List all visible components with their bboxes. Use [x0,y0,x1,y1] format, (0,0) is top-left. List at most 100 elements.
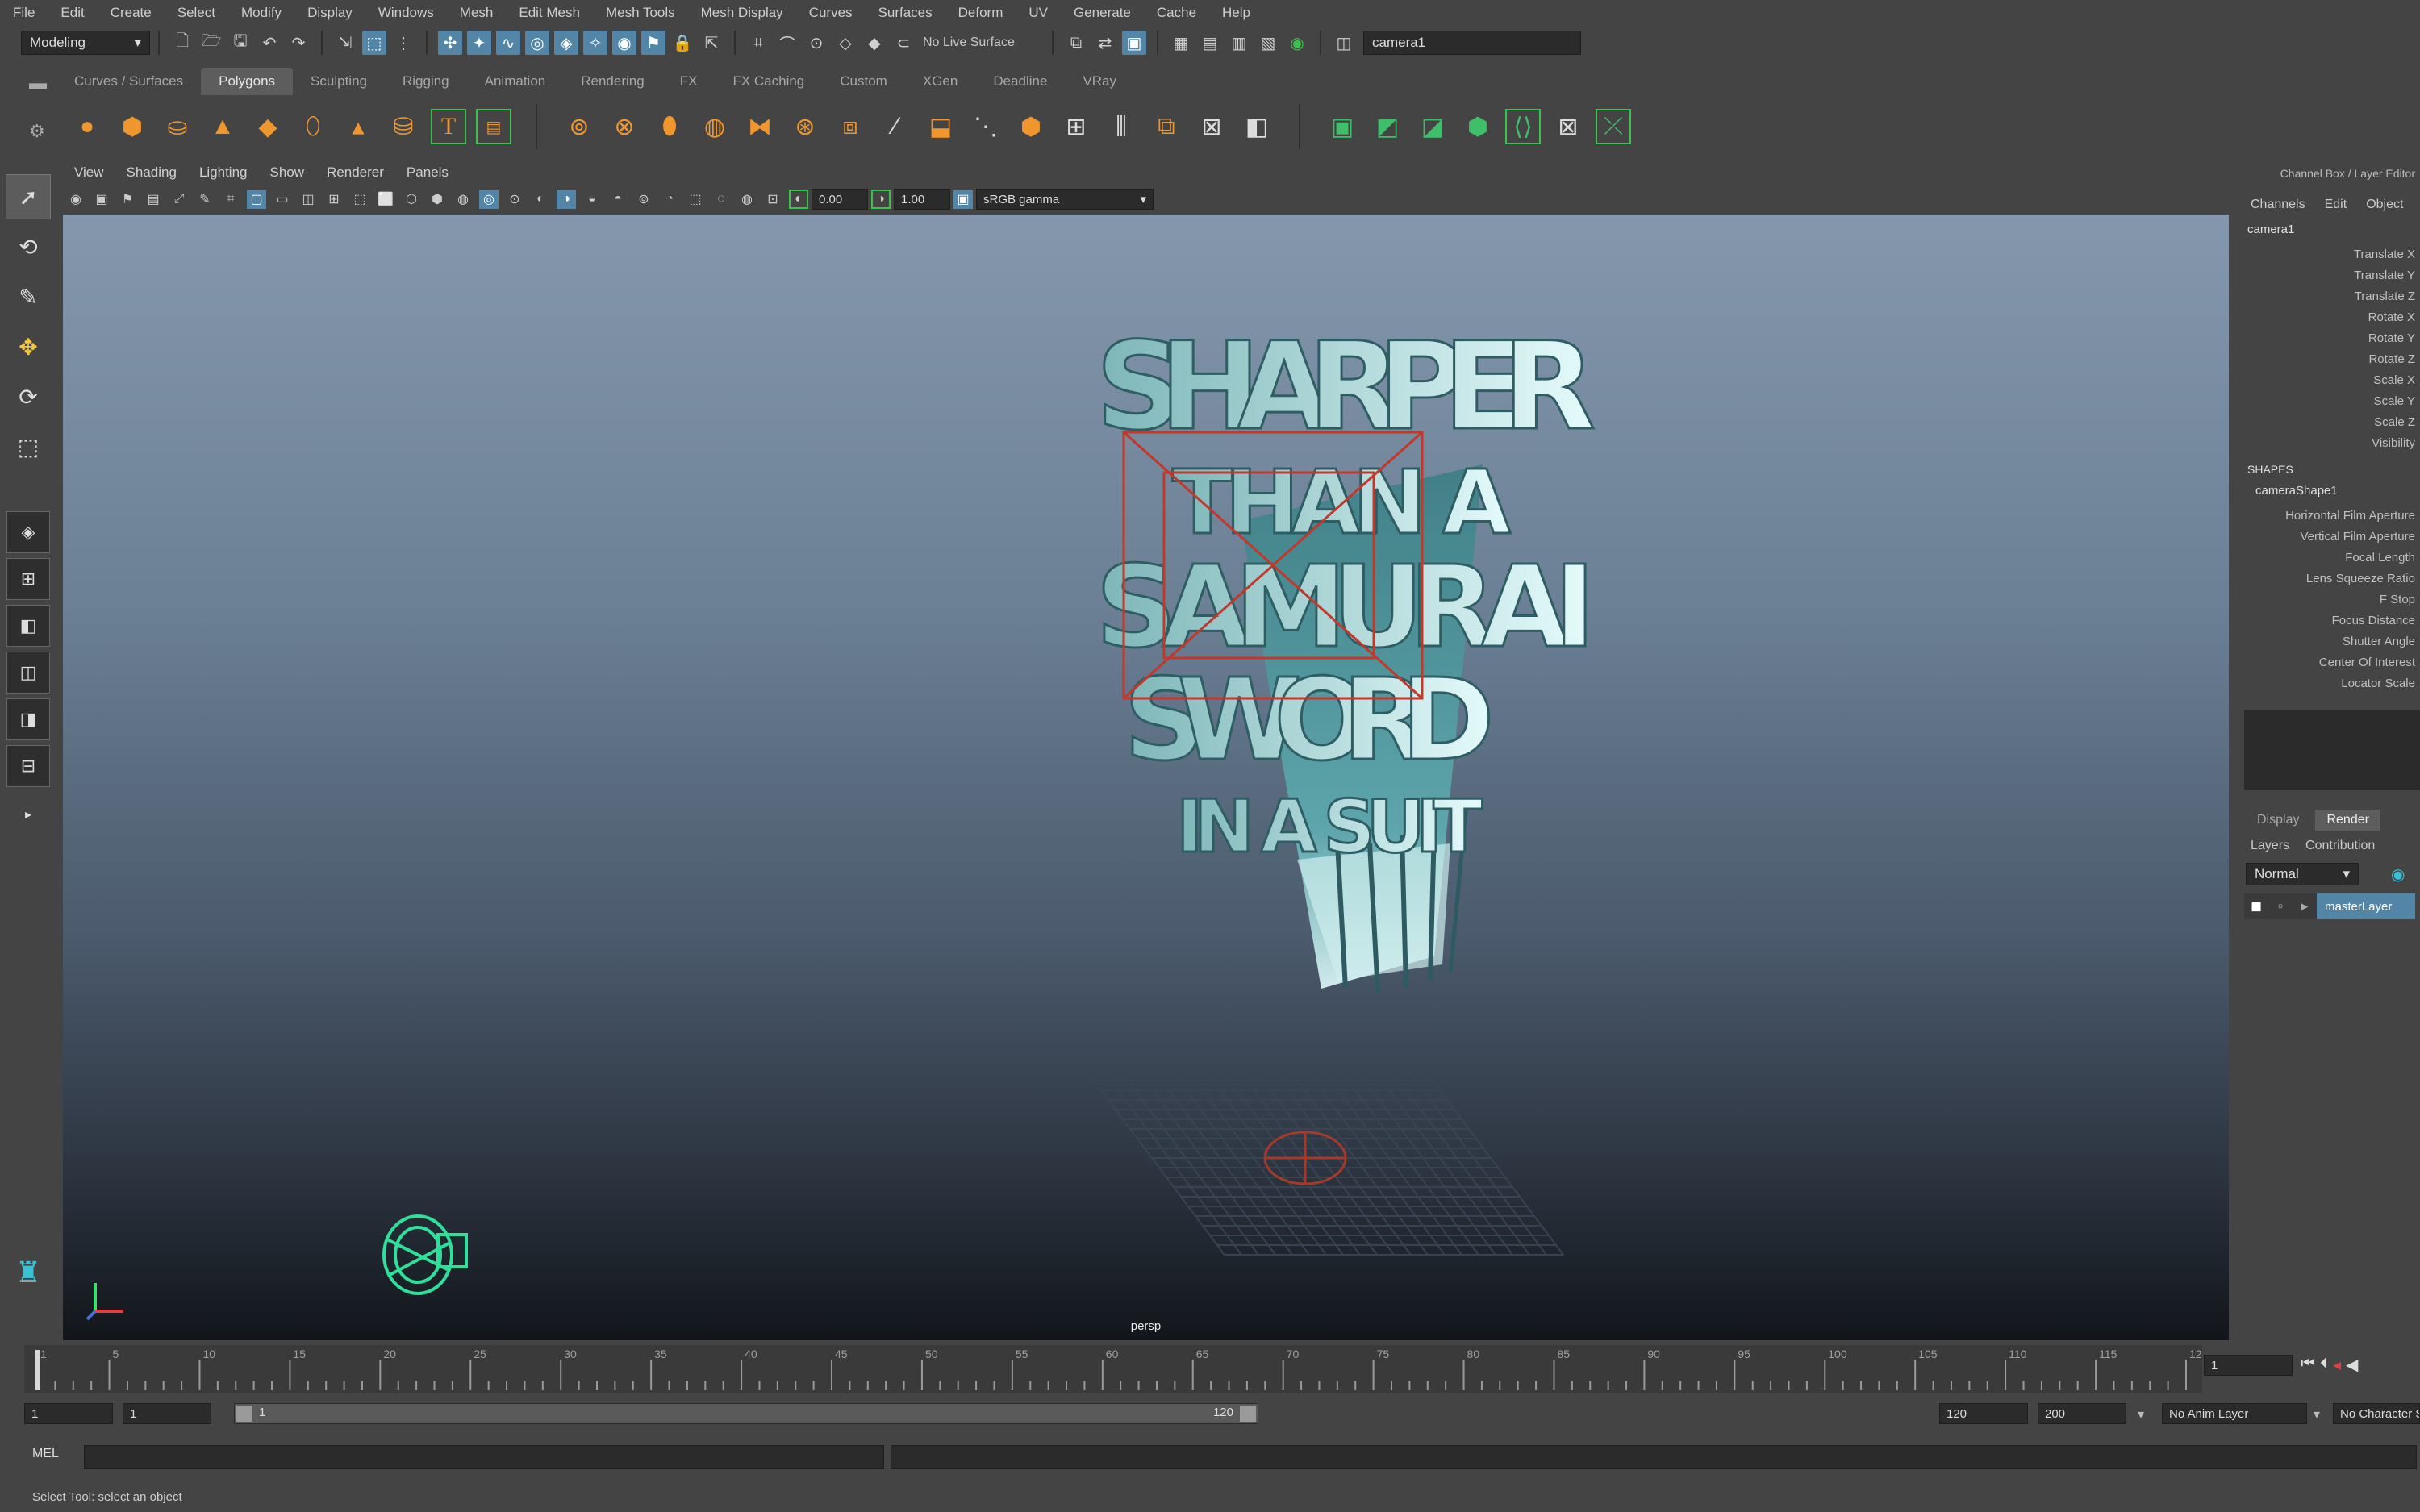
menu-item-create[interactable]: Create [98,5,165,21]
safe-title-icon[interactable]: ⬜ [376,190,395,209]
shelf-tab-sculpting[interactable]: Sculpting [293,68,385,95]
menu-item-help[interactable]: Help [1209,5,1263,21]
shadows-icon[interactable]: ◑ [557,190,576,209]
menu-item-file[interactable]: File [0,5,48,21]
snap-curve-icon[interactable]: ⌒ [775,31,799,55]
channel-attribute[interactable]: Scale X [2239,369,2420,390]
shelf-tab-custom[interactable]: Custom [822,68,905,95]
hypershade-layout-icon[interactable]: ⊟ [6,745,50,787]
menu-item-modify[interactable]: Modify [228,5,294,21]
persp-graph-layout-icon[interactable]: ◨ [6,698,50,740]
shape-name[interactable]: cameraShape1 [2239,484,2420,505]
grease-pencil-icon[interactable]: ✎ [195,190,215,209]
select-handles-icon[interactable]: ✣ [438,31,462,55]
chevron-down-icon[interactable]: ▾ [2314,1406,2320,1422]
render-settings-icon[interactable]: ▧ [1256,31,1280,55]
mirror-icon[interactable]: ⧓ [742,109,778,144]
shape-attribute[interactable]: Center Of Interest [2239,652,2420,673]
sidebar-toggle-icon[interactable]: ◫ [1332,31,1356,55]
layer-row[interactable]: ◼ ▫ ▸ masterLayer [2244,893,2415,919]
animation-start-field[interactable]: 1 [24,1403,113,1424]
poly-sphere-icon[interactable]: ● [69,109,105,144]
smooth-icon[interactable]: ◍ [697,109,732,144]
lasso-tool-icon[interactable]: ⟲ [6,224,51,269]
select-dynamics-icon[interactable]: ✧ [583,31,607,55]
menu-item-mesh-tools[interactable]: Mesh Tools [593,5,688,21]
save-scene-icon[interactable]: 🖫 [228,31,252,55]
snap-point-icon[interactable]: ⊙ [804,31,828,55]
channel-box-menu-object[interactable]: Object [2366,198,2403,212]
channel-attribute[interactable]: Visibility [2239,432,2420,453]
channel-attribute[interactable]: Scale Y [2239,390,2420,411]
grid-icon[interactable]: ⌗ [221,190,240,209]
panel-menu-lighting[interactable]: Lighting [188,165,259,181]
layout-uv-icon[interactable]: ⤫ [1596,109,1631,144]
smooth-shade-icon[interactable]: ⬢ [428,190,447,209]
planar-uv-icon[interactable]: ▣ [1325,109,1360,144]
poly-platonic-icon[interactable]: ◆ [250,109,286,144]
perspective-viewport[interactable]: SHARPER THAN A SAMURAI SWORD IN A SUIT p… [63,215,2229,1340]
move-tool-icon[interactable]: ✥ [6,324,51,369]
wireframe-icon[interactable]: ⬡ [402,190,421,209]
panel-menu-view[interactable]: View [63,165,115,181]
2d-pan-zoom-icon[interactable]: ⤢ [169,190,189,209]
channel-box-menu-channels[interactable]: Channels [2251,198,2305,212]
go-to-start-icon[interactable]: ⏮ [2301,1355,2315,1375]
menu-item-mesh-display[interactable]: Mesh Display [688,5,796,21]
merge-icon[interactable]: ◧ [1239,109,1275,144]
snap-surface-icon[interactable]: ◆ [862,31,887,55]
open-scene-icon[interactable]: 🗁 [199,31,223,55]
poly-cube-icon[interactable]: ⬢ [115,109,150,144]
bookmark-icon[interactable]: ⚑ [118,190,137,209]
channel-attribute[interactable]: Scale Z [2239,411,2420,432]
ipr-render-icon[interactable]: ▥ [1227,31,1251,55]
shelf-menu-icon[interactable]: ▬ [29,73,47,94]
render-frame-icon[interactable]: ▤ [1198,31,1222,55]
shape-attribute[interactable]: Lens Squeeze Ratio [2239,568,2420,589]
construction-history-icon[interactable]: ⧉ [1064,31,1088,55]
scene-light-icon[interactable] [369,1198,482,1303]
paint-select-tool-icon[interactable]: ✎ [6,274,51,319]
panel-menu-shading[interactable]: Shading [115,165,188,181]
shelf-tab-vray[interactable]: VRay [1065,68,1134,95]
channel-attribute[interactable]: Rotate X [2239,306,2420,327]
play-backwards-icon[interactable]: ◀ [2346,1355,2358,1375]
use-all-lights-icon[interactable]: ◐ [531,190,550,209]
shelf-settings-icon[interactable]: ⚙ [29,121,45,142]
shelf-tab-animation[interactable]: Animation [467,68,564,95]
playback-end-field[interactable]: 120 [1939,1403,2028,1424]
render-view-icon[interactable]: ▦ [1169,31,1193,55]
sew-uv-icon[interactable]: ⊠ [1550,109,1586,144]
xray-components-icon[interactable]: ⊡ [763,190,782,209]
combine-icon[interactable]: ⊚ [561,109,597,144]
shelf-tab-deadline[interactable]: Deadline [975,68,1065,95]
channel-box-menu-edit[interactable]: Edit [2325,198,2347,212]
mel-input[interactable] [84,1445,884,1469]
snap-view-plane-icon[interactable]: ◇ [833,31,857,55]
gamma-icon[interactable]: ◑ [871,190,891,209]
anim-layer-dropdown[interactable]: No Anim Layer [2162,1403,2307,1424]
hypershade-icon[interactable]: ◉ [1285,31,1309,55]
shape-attribute[interactable]: F Stop [2239,589,2420,610]
highlight-selection-icon[interactable]: ⇱ [699,31,724,55]
menu-item-select[interactable]: Select [165,5,228,21]
multicut-icon[interactable]: ⊞ [1058,109,1094,144]
input-output-icon[interactable]: ⇄ [1093,31,1117,55]
exposure-field[interactable]: 0.00 [812,189,868,210]
more-layouts-icon[interactable]: ▸ [6,792,51,837]
color-management-icon[interactable]: ▣ [953,190,973,209]
menu-item-uv[interactable]: UV [1016,5,1061,21]
select-tool-icon[interactable]: ➚ [6,174,51,219]
gamma-field[interactable]: 1.00 [894,189,950,210]
current-frame-field[interactable]: 1 [2204,1355,2293,1376]
color-space-dropdown[interactable]: sRGB gamma ▾ [976,189,1154,210]
shelf-tab-xgen[interactable]: XGen [905,68,975,95]
camera-attributes-icon[interactable]: ▣ [92,190,111,209]
image-plane-icon[interactable]: ▤ [144,190,163,209]
menu-item-windows[interactable]: Windows [365,5,447,21]
chevron-down-icon[interactable]: ▾ [2138,1406,2144,1422]
layer-tab-display[interactable]: Display [2246,810,2310,831]
xray-joints-icon[interactable]: ◍ [737,190,757,209]
channel-attribute[interactable]: Translate Y [2239,264,2420,285]
select-hierarchy-icon[interactable]: ⇲ [333,31,357,55]
